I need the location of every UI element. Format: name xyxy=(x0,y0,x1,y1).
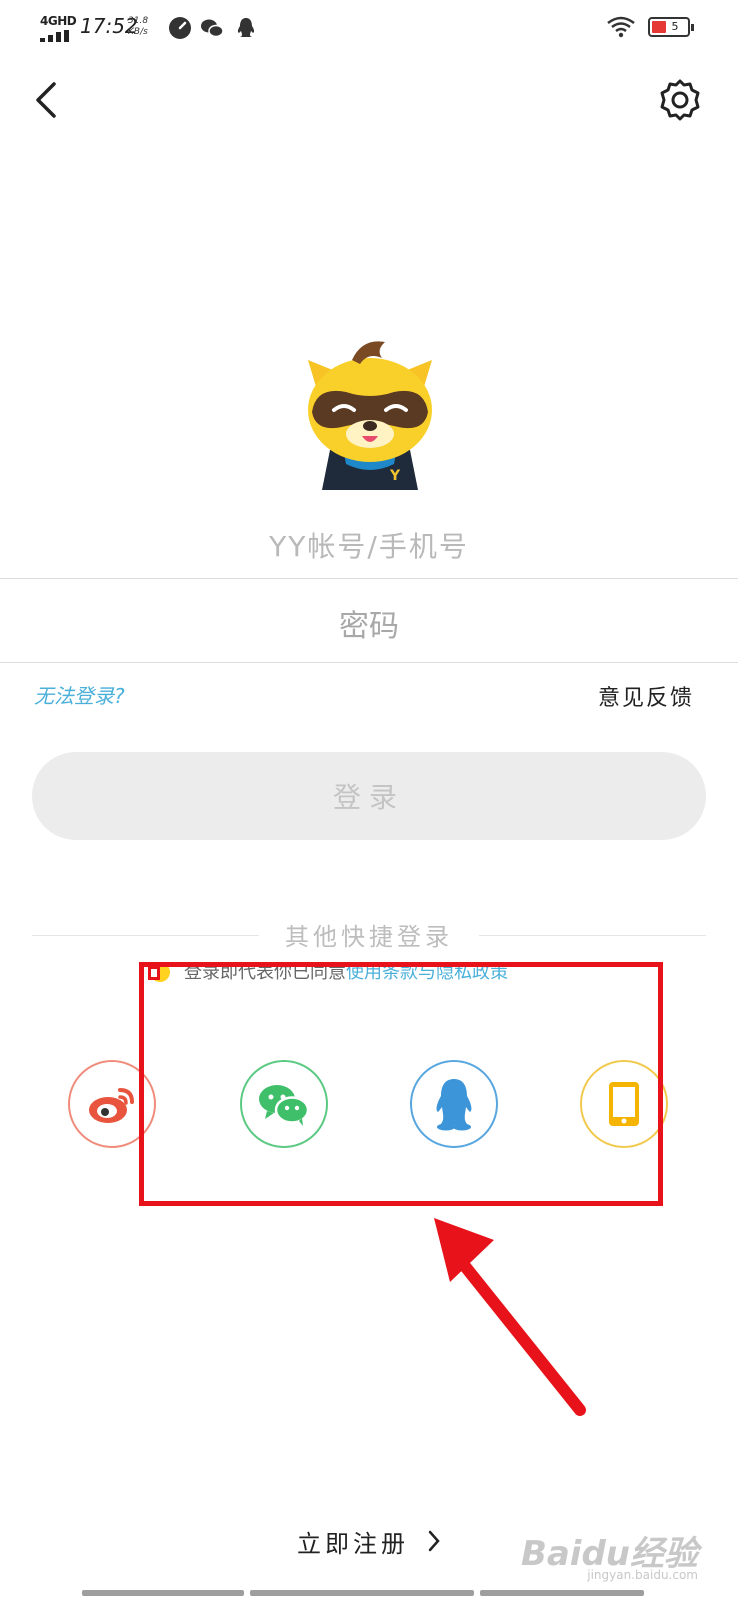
network-type: 4GHD xyxy=(40,14,77,28)
wechat-notification-icon xyxy=(201,19,224,38)
back-arrow-icon[interactable] xyxy=(26,78,70,122)
signal-icon xyxy=(40,30,70,42)
network-speed: 31.8 KB/s xyxy=(128,16,149,37)
quick-login-title: 其他快捷登录 xyxy=(0,917,738,952)
system-nav-bar xyxy=(82,1590,644,1600)
account-input[interactable]: YY帐号/手机号 xyxy=(0,515,738,575)
wifi-icon xyxy=(607,16,635,38)
qq-notification-icon xyxy=(237,18,255,37)
password-divider xyxy=(0,662,738,663)
baidu-watermark-url: jingyan.baidu.com xyxy=(587,1568,698,1582)
login-button[interactable]: 登录 xyxy=(32,752,706,840)
annotation-marker xyxy=(148,966,160,980)
password-input[interactable]: 密码 xyxy=(0,592,738,654)
account-divider xyxy=(0,578,738,579)
status-bar: 4GHD 17:52 31.8 KB/s 5 xyxy=(0,0,738,56)
weibo-icon xyxy=(89,1088,134,1123)
yy-mascot-logo: Y xyxy=(308,341,432,490)
speedometer-icon xyxy=(169,17,191,39)
feedback-link[interactable]: 意见反馈 xyxy=(598,680,694,712)
annotation-highlight-box xyxy=(139,962,663,1206)
forgot-login-link[interactable]: 无法登录? xyxy=(34,680,125,709)
annotation-arrow xyxy=(434,1218,586,1416)
svg-text:Y: Y xyxy=(389,468,401,484)
battery-icon: 5 xyxy=(648,17,694,37)
gear-icon[interactable] xyxy=(658,78,702,122)
chevron-right-icon xyxy=(428,1530,440,1552)
